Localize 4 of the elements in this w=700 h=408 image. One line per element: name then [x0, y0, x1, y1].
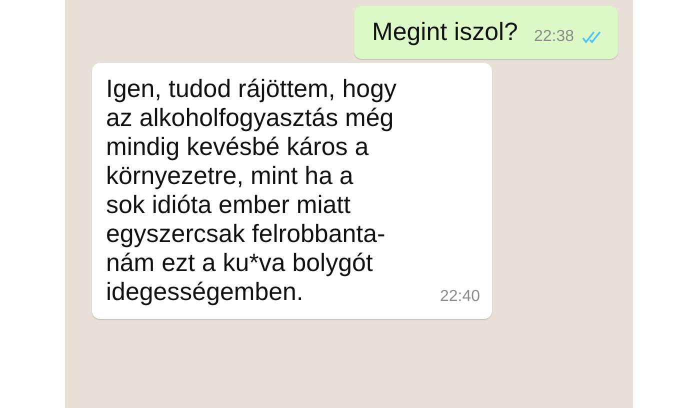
message-text: Igen, tudod rájöttem, hogy az alkoholfogyasztás még mindig kevésbé káros a környezetre, mint ha a sok idióta ember miatt egyszercsak felrobbanta- nám ezt a ku*va bolygót idegességemben.	[106, 75, 396, 307]
message-time: 22:38	[534, 27, 574, 47]
message-time: 22:40	[440, 287, 480, 307]
message-text: Megint iszol?	[372, 18, 518, 47]
